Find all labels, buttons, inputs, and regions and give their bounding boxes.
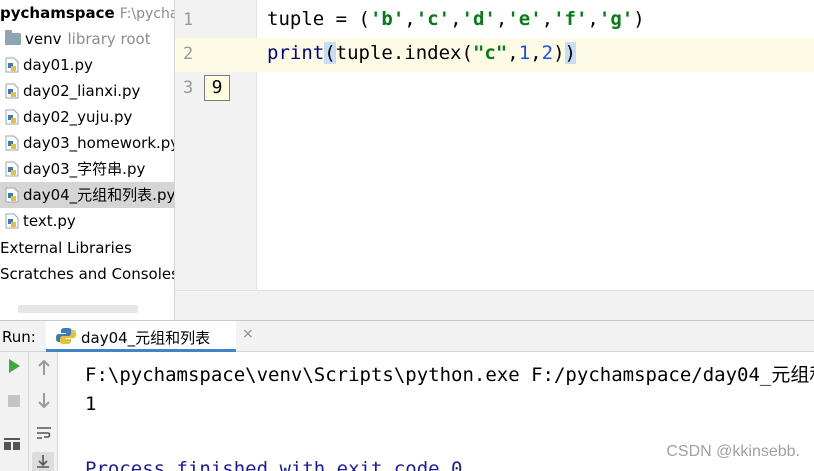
code-number: 2 [541,42,554,64]
up-arrow-icon[interactable] [33,359,55,382]
tree-item-day02-yuju[interactable]: day02_yuju.py [0,104,174,130]
project-root-name: pychamspace [0,4,115,22]
editor-horizontal-scroll-area[interactable] [175,290,814,320]
code-string: 'd' [461,8,496,30]
run-icon[interactable] [3,358,25,380]
tree-item-text[interactable]: text.py [0,208,174,234]
down-arrow-icon[interactable] [33,392,55,414]
python-file-icon [5,109,19,125]
code-comma: , [541,8,554,30]
tree-item-label: day01.py [23,56,93,74]
run-tab-label: day04_元组和列表 [81,329,211,347]
code-comma: , [530,42,542,64]
tree-item-day01[interactable]: day01.py [0,52,174,78]
python-file-icon [5,135,19,151]
line-number: 2 [183,44,194,64]
code-string: 'b' [369,8,405,30]
code-paren: ) [553,42,565,64]
tree-item-label: day04_元组和列表.py [23,186,175,204]
run-tab[interactable]: day04_元组和列表 × [46,321,254,352]
code-comma: , [495,8,508,30]
code-line-2[interactable]: print(tuple.index("c",1,2)) [267,42,576,64]
folder-icon [5,30,21,45]
tree-item-label: text.py [23,212,76,230]
code-paren-matched: ( [324,42,336,64]
tree-item-day03-homework[interactable]: day03_homework.py [0,130,175,156]
tree-item-label: day03_homework.py [23,134,175,152]
code-paren: ) [633,8,645,30]
inline-hint-box: 9 [204,75,230,101]
code-string: 'g' [598,8,634,30]
tree-item-day04-tuple-list[interactable]: day04_元组和列表.py [0,182,175,208]
tree-item-label: Scratches and Consoles [0,265,175,283]
run-label: Run: [2,328,36,346]
console-exit-line: Process finished with exit code 0 [85,458,463,471]
line-number: 3 [183,78,194,98]
project-root[interactable]: pychamspaceF:\pycharmspace [0,0,174,26]
library-root-hint: library root [67,30,151,48]
run-left-toolbar [0,352,29,471]
code-comma: , [587,8,599,30]
project-tool-window: pychamspaceF:\pycharmspace venv library r… [0,0,175,320]
code-comma: , [450,8,462,30]
code-comma: , [404,8,416,30]
code-string: 'c' [415,8,451,30]
tree-item-venv[interactable]: venv library root [0,26,174,52]
tree-item-label: venv [25,30,62,48]
tree-horizontal-scrollbar[interactable] [18,305,138,313]
python-file-icon [5,187,19,203]
python-file-icon [5,161,19,177]
code-comma: , [507,42,519,64]
code-string: "c" [472,42,508,64]
python-file-icon [5,83,19,99]
code-function: print [267,42,325,64]
scroll-to-end-icon[interactable] [32,452,54,471]
python-file-icon [5,57,19,73]
project-root-path: F:\pycharmspace [119,6,174,22]
code-string: 'e' [507,8,542,30]
python-file-icon [5,213,19,229]
code-operator: = ( [324,8,370,30]
python-file-icon [56,328,76,344]
code-line-1[interactable]: tuple = ('b','c','d','e','f','g') [267,8,645,30]
code-paren-matched: ) [564,42,576,64]
tree-item-label: day02_lianxi.py [23,82,141,100]
console-command-line: F:\pychamspace\venv\Scripts\python.exe F… [85,364,814,386]
run-console-toolbar [29,352,58,471]
stop-icon[interactable] [3,392,25,414]
tree-item-label: day03_字符串.py [23,160,146,178]
tree-item-label: day02_yuju.py [23,108,133,126]
tree-item-label: External Libraries [0,239,132,257]
console-output-line: 1 [85,393,97,415]
layout-icon[interactable] [1,436,23,458]
code-call: tuple.index( [335,42,473,64]
run-tool-header: Run: day04_元组和列表 × [0,320,814,352]
code-number: 1 [518,42,531,64]
line-number: 1 [183,10,194,30]
close-icon[interactable]: × [242,326,254,342]
tree-item-day02-lianxi[interactable]: day02_lianxi.py [0,78,174,104]
watermark: CSDN @kkinsebb. [666,443,800,460]
code-identifier: tuple [267,8,325,30]
tree-item-scratches[interactable]: Scratches and Consoles [0,261,175,287]
soft-wrap-icon[interactable] [33,424,55,446]
tree-item-external-libraries[interactable]: External Libraries [0,235,174,261]
tree-item-day03-string[interactable]: day03_字符串.py [0,156,174,182]
code-string: 'f' [553,8,588,30]
